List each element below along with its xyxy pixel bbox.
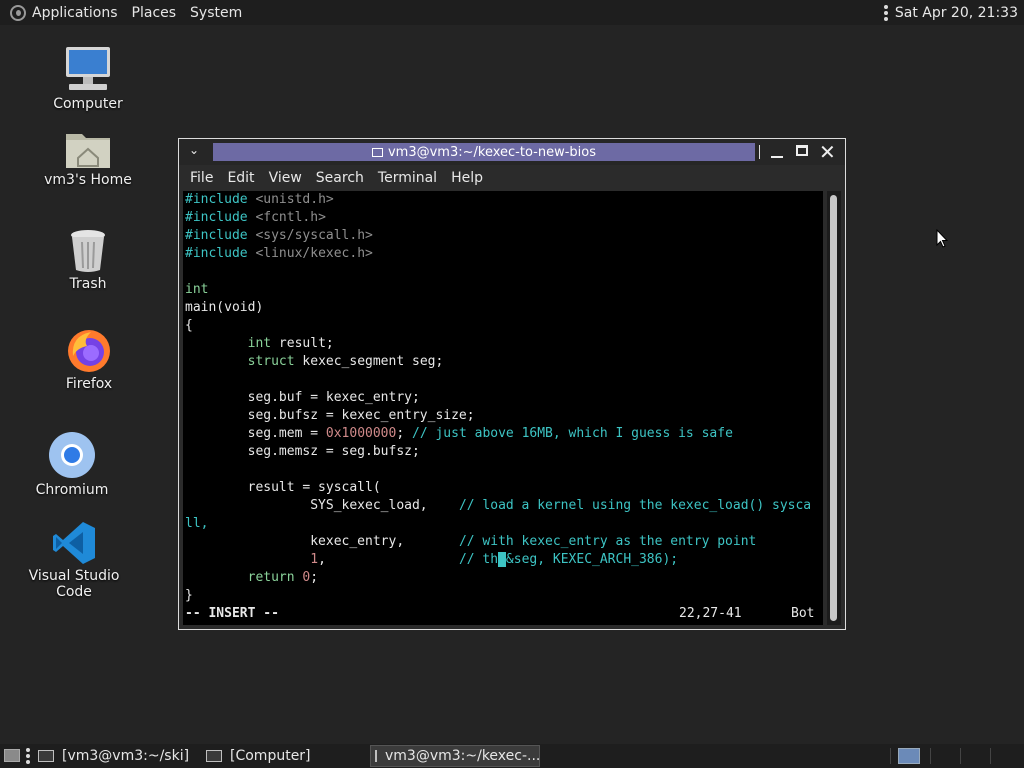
bottom-panel: [vm3@vm3:~/ski] [Computer] vm3@vm3:~/kex… bbox=[0, 744, 1024, 768]
trash-icon bbox=[68, 228, 108, 274]
terminal-window[interactable]: ⌄ vm3@vm3:~/kexec-to-new-bios ✕ File Edi… bbox=[178, 138, 846, 630]
menu-terminal[interactable]: Terminal bbox=[371, 170, 444, 186]
desktop-icon-trash[interactable]: Trash bbox=[28, 228, 148, 292]
taskbar-item-computer[interactable]: [Computer] bbox=[206, 745, 366, 767]
scroll-position: Bot bbox=[791, 606, 815, 621]
desktop-icon-label: vm3's Home bbox=[44, 172, 132, 188]
top-panel: Applications Places System Sat Apr 20, 2… bbox=[0, 0, 1024, 25]
minimize-icon[interactable] bbox=[771, 156, 783, 158]
menu-edit[interactable]: Edit bbox=[220, 170, 261, 186]
show-desktop-icon[interactable] bbox=[4, 749, 20, 762]
separator bbox=[890, 748, 891, 764]
places-menu[interactable]: Places bbox=[125, 0, 184, 25]
desktop-icon-label: Chromium bbox=[35, 482, 109, 498]
home-folder-icon bbox=[64, 128, 112, 170]
separator bbox=[960, 748, 961, 764]
menu-help[interactable]: Help bbox=[444, 170, 490, 186]
code-line: int bbox=[185, 282, 209, 297]
code-line: seg.mem = 0x1000000; // just above 16MB,… bbox=[185, 426, 733, 441]
desktop-icon-label: Trash bbox=[69, 276, 107, 292]
code-line: { bbox=[185, 318, 193, 333]
window-title: vm3@vm3:~/kexec-to-new-bios bbox=[387, 144, 596, 160]
chromium-icon bbox=[47, 430, 97, 480]
separator bbox=[930, 748, 931, 764]
scrollbar-thumb[interactable] bbox=[830, 195, 837, 621]
computer-icon bbox=[206, 750, 222, 762]
code-line: int result; bbox=[247, 336, 334, 351]
panel-handle-icon[interactable] bbox=[883, 4, 888, 21]
taskbar-item-ski-terminal[interactable]: [vm3@vm3:~/ski] bbox=[38, 745, 198, 767]
firefox-icon bbox=[65, 326, 113, 374]
code-line: seg.buf = kexec_entry; bbox=[185, 390, 420, 405]
places-menu-label: Places bbox=[131, 4, 177, 21]
desktop-icon-label: Visual Studio Code bbox=[28, 568, 120, 600]
terminal-icon bbox=[371, 147, 383, 157]
maximize-icon[interactable] bbox=[796, 145, 808, 156]
desktop-icon-firefox[interactable]: Firefox bbox=[29, 326, 149, 392]
desktop-icon-label: Computer bbox=[53, 96, 123, 112]
code-line: #include <linux/kexec.h> bbox=[185, 246, 373, 261]
window-title-bar-fill[interactable]: vm3@vm3:~/kexec-to-new-bios bbox=[213, 143, 755, 161]
menu-search[interactable]: Search bbox=[309, 170, 371, 186]
system-menu[interactable]: System bbox=[183, 0, 249, 25]
separator bbox=[990, 748, 991, 764]
desktop-icon-chromium[interactable]: Chromium bbox=[12, 430, 132, 498]
clock[interactable]: Sat Apr 20, 21:33 bbox=[895, 5, 1018, 21]
terminal-menubar: File Edit View Search Terminal Help bbox=[183, 167, 841, 189]
cursor-position: 22,27-41 bbox=[679, 606, 742, 621]
mouse-pointer-icon bbox=[936, 229, 948, 248]
window-menu-chevron-icon[interactable]: ⌄ bbox=[189, 143, 199, 157]
menu-view[interactable]: View bbox=[262, 170, 309, 186]
taskbar-item-label: [vm3@vm3:~/ski] bbox=[62, 748, 190, 764]
terminal-scrollbar[interactable] bbox=[827, 191, 841, 625]
code-line: #include <fcntl.h> bbox=[185, 210, 326, 225]
applications-menu-label: Applications bbox=[32, 4, 118, 21]
taskbar-item-kexec-terminal[interactable]: vm3@vm3:~/kexec-... bbox=[370, 745, 540, 767]
close-icon[interactable]: ✕ bbox=[819, 139, 836, 165]
vscode-icon bbox=[51, 520, 97, 566]
code-line: kexec_entry, // with kexec_entry as the … bbox=[185, 534, 757, 549]
code-line: return 0; bbox=[247, 570, 319, 585]
code-line: seg.memsz = seg.bufsz; bbox=[185, 444, 420, 459]
text-cursor bbox=[498, 552, 506, 567]
code-line: main(void) bbox=[185, 300, 264, 315]
terminal-icon bbox=[375, 750, 377, 762]
vim-mode-indicator: -- INSERT -- bbox=[185, 606, 279, 621]
code-line: ll, bbox=[185, 516, 209, 531]
separator bbox=[759, 145, 760, 159]
desktop-icon-label: Firefox bbox=[65, 376, 113, 392]
gnome-foot-icon bbox=[10, 4, 26, 21]
terminal-text-area[interactable]: #include <unistd.h> #include <fcntl.h> #… bbox=[183, 191, 823, 625]
taskbar-item-label: vm3@vm3:~/kexec-... bbox=[385, 748, 541, 764]
menu-file[interactable]: File bbox=[183, 170, 220, 186]
code-line: seg.bufsz = kexec_entry_size; bbox=[185, 408, 475, 423]
desktop-icon-computer[interactable]: Computer bbox=[28, 44, 148, 112]
computer-icon bbox=[63, 44, 113, 94]
code-line: } bbox=[185, 588, 193, 603]
desktop-icon-home[interactable]: vm3's Home bbox=[28, 128, 148, 188]
panel-status-area: Sat Apr 20, 21:33 bbox=[883, 0, 1018, 25]
code-line: SYS_kexec_load, // load a kernel using t… bbox=[185, 498, 812, 513]
panel-handle-icon[interactable] bbox=[26, 748, 30, 764]
terminal-icon bbox=[38, 750, 54, 762]
code-line: 1, // th &seg, KEXEC_ARCH_386); bbox=[310, 552, 679, 567]
applications-menu[interactable]: Applications bbox=[0, 0, 125, 25]
code-line: struct kexec_segment seg; bbox=[247, 354, 444, 369]
code-line: result = syscall( bbox=[185, 480, 381, 495]
code-line: #include <sys/syscall.h> bbox=[185, 228, 373, 243]
code-line: #include <unistd.h> bbox=[185, 192, 334, 207]
system-menu-label: System bbox=[190, 4, 243, 21]
window-titlebar[interactable]: ⌄ vm3@vm3:~/kexec-to-new-bios ✕ bbox=[179, 139, 845, 165]
workspace-switcher-1[interactable] bbox=[898, 748, 920, 764]
taskbar-item-label: [Computer] bbox=[230, 748, 311, 764]
desktop-icon-vscode[interactable]: Visual Studio Code bbox=[14, 520, 134, 600]
